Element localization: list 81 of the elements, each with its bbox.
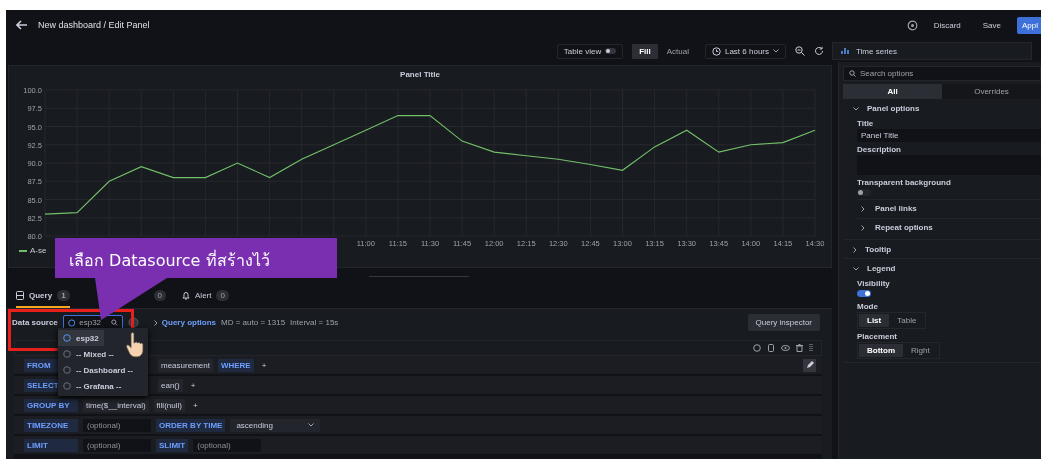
copy-icon[interactable] xyxy=(767,344,775,352)
search-icon xyxy=(849,70,856,77)
query-clause-label: GROUP BY xyxy=(24,398,78,412)
option-label: Transparent background xyxy=(857,178,951,187)
query-segment[interactable]: fill(null) xyxy=(153,398,185,412)
title-input-field[interactable]: Panel Title xyxy=(857,129,1041,142)
clock-icon xyxy=(711,46,721,56)
query-input-field[interactable]: (optional) xyxy=(83,418,151,432)
radio-option[interactable]: Right xyxy=(903,344,938,357)
zoom-out-icon[interactable] xyxy=(795,46,805,56)
radio-option[interactable]: Table xyxy=(889,314,925,327)
query-keyword: ORDER BY TIME xyxy=(156,418,226,432)
option-label: Placement xyxy=(857,332,898,341)
query-info-text: MD = auto = 1315 xyxy=(221,318,286,327)
chevron-down-icon xyxy=(308,423,315,427)
option-label: Mode xyxy=(857,302,878,311)
options-tab[interactable]: Overrides xyxy=(942,84,1041,99)
section-header[interactable]: Tooltip xyxy=(843,240,1041,258)
drag-handle-icon[interactable] xyxy=(809,344,813,352)
fit-mode-option[interactable]: Fill xyxy=(632,43,658,59)
header-button[interactable]: Save xyxy=(976,16,1007,34)
query-keyword: SLIMIT xyxy=(156,438,189,452)
chevron-down-icon xyxy=(853,106,859,111)
query-input-field[interactable]: (optional) xyxy=(83,438,151,452)
legend-label[interactable]: A-se xyxy=(30,246,47,255)
back-arrow-icon[interactable] xyxy=(16,20,28,30)
toggle-switch[interactable] xyxy=(857,189,871,196)
chevron-down-icon xyxy=(773,49,779,53)
search-icon xyxy=(111,319,118,326)
option-label: Visibility xyxy=(857,279,890,288)
query-keyword: WHERE xyxy=(217,358,254,372)
section-header[interactable]: Legend xyxy=(843,259,1041,277)
query-inspector-button[interactable]: Query inspector xyxy=(747,314,820,331)
table-view-toggle[interactable]: Table view xyxy=(556,43,624,59)
add-segment-button[interactable]: + xyxy=(258,358,270,372)
bar-chart-icon xyxy=(841,47,851,55)
fit-mode-option[interactable]: Actual xyxy=(659,43,696,59)
query-input-field[interactable]: (optional) xyxy=(193,438,262,452)
query-tab[interactable]: Alert 0 xyxy=(182,284,229,308)
add-segment-button[interactable]: + xyxy=(189,398,201,412)
chevron-right-icon xyxy=(861,224,865,231)
search-field[interactable]: Search options xyxy=(843,66,1041,81)
query-tab[interactable]: Query 1 xyxy=(16,284,70,308)
bell-icon xyxy=(182,290,191,300)
eye-icon[interactable] xyxy=(781,344,790,352)
header-button[interactable]: Discard xyxy=(927,16,967,34)
chevron-down-icon xyxy=(853,266,859,271)
pencil-icon xyxy=(805,361,814,369)
radio-option[interactable]: Bottom xyxy=(859,344,903,357)
time-range-picker[interactable]: Last 6 hours xyxy=(704,43,786,59)
chevron-right-icon xyxy=(853,246,857,253)
header-button[interactable]: Appl xyxy=(1017,16,1041,34)
option-label: Title xyxy=(857,119,874,128)
subsection-header[interactable]: Repeat options xyxy=(857,218,1041,236)
query-clause-label: LIMIT xyxy=(24,438,78,452)
query-options-toggle[interactable]: Query options xyxy=(153,318,217,327)
query-clause-label: TIMEZONE xyxy=(24,418,78,432)
order-select[interactable]: ascending xyxy=(230,418,321,432)
query-segment[interactable]: time($__interval) xyxy=(83,398,149,412)
option-label: Description xyxy=(857,145,901,154)
options-tab[interactable]: All xyxy=(843,84,942,99)
chevron-right-icon xyxy=(861,205,865,212)
query-segment[interactable]: measurement xyxy=(158,358,213,372)
callout-text: เลือก Datasource ที่สร้างไว้ xyxy=(69,249,270,272)
query-segment[interactable]: ean() xyxy=(158,378,183,392)
data-source-label: Data source xyxy=(12,318,58,327)
toggle-switch[interactable] xyxy=(857,290,871,297)
section-header[interactable]: Panel options xyxy=(843,99,1041,117)
chevron-right-icon xyxy=(153,319,158,326)
subsection-header[interactable]: Panel links xyxy=(857,199,1041,217)
refresh-icon[interactable] xyxy=(814,46,824,56)
data-source-option[interactable]: esp32 xyxy=(58,330,104,346)
radio-option[interactable]: List xyxy=(859,314,890,327)
page-title: New dashboard / Edit Panel xyxy=(38,20,150,30)
visualization-picker[interactable]: Time series xyxy=(832,42,1032,60)
edit-mode-button[interactable] xyxy=(803,358,816,372)
trash-icon[interactable] xyxy=(796,344,803,352)
hand-cursor-icon xyxy=(125,332,145,358)
query-info-text: Interval = 15s xyxy=(290,318,339,327)
panel-title: Panel Title xyxy=(400,70,440,79)
add-segment-button[interactable]: + xyxy=(187,378,199,392)
